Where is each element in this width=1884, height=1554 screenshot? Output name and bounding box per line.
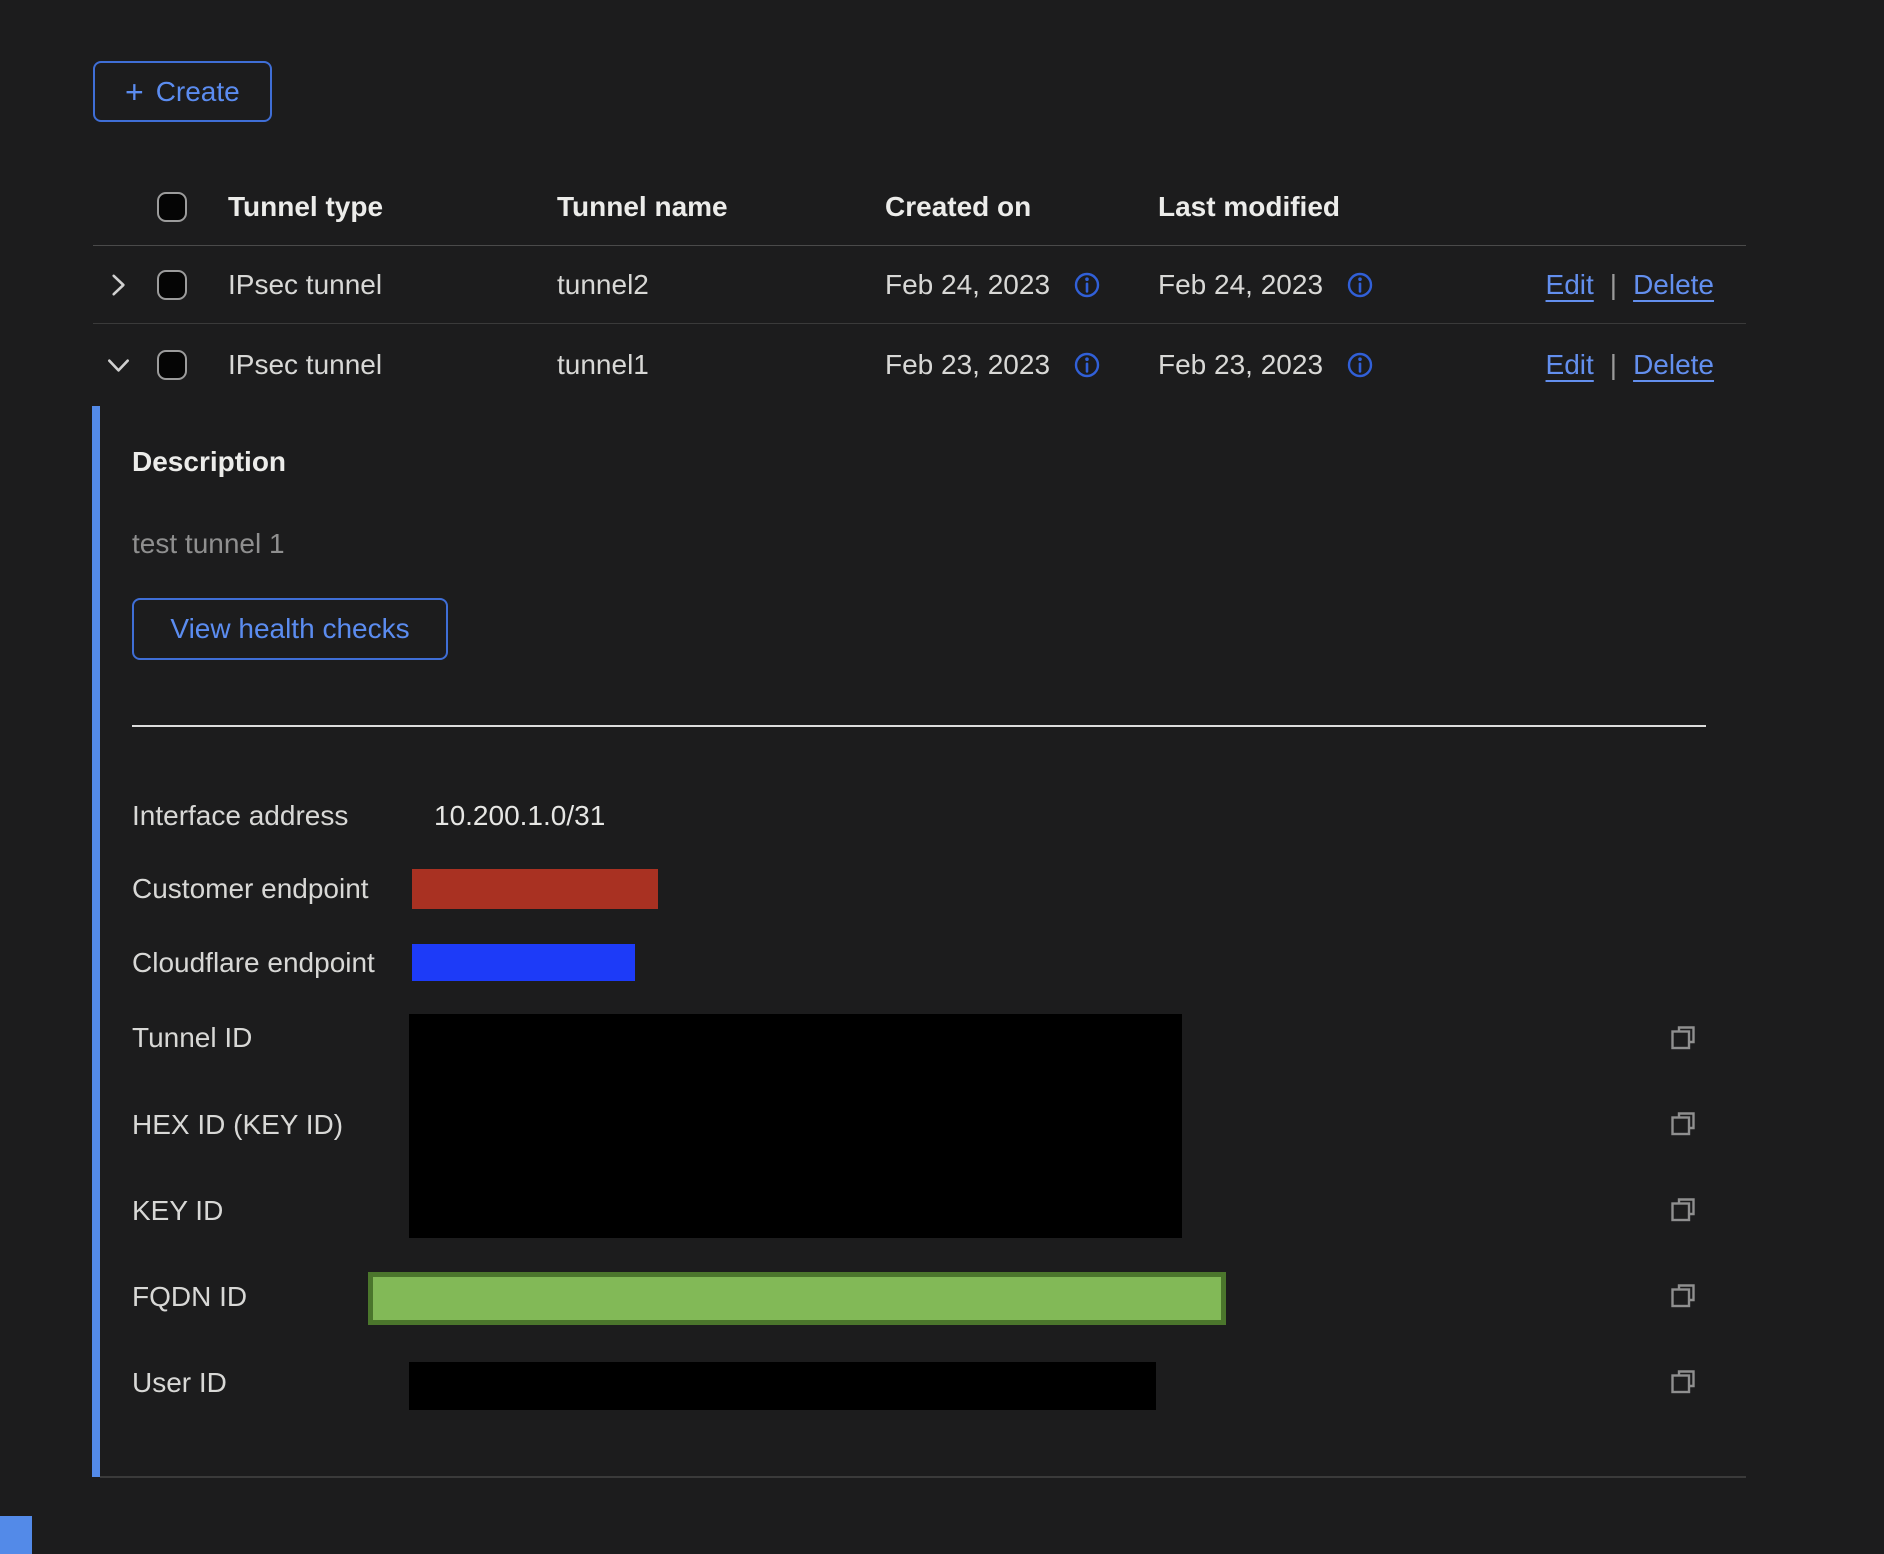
tunnel-table: Tunnel type Tunnel name Created on Last …: [93, 168, 1746, 406]
created-on-cell: Feb 23, 2023: [885, 349, 1050, 381]
delete-link[interactable]: Delete: [1633, 349, 1714, 381]
action-separator: |: [1610, 349, 1617, 381]
tunnel-type-cell: IPsec tunnel: [228, 349, 382, 381]
action-separator: |: [1610, 269, 1617, 301]
last-modified-cell: Feb 24, 2023: [1158, 269, 1323, 301]
expanded-row-accent-bar: [92, 406, 100, 1477]
row-checkbox[interactable]: [157, 350, 187, 380]
copy-icon[interactable]: [1666, 1280, 1700, 1314]
create-button-label: Create: [156, 76, 240, 108]
info-icon[interactable]: [1072, 270, 1102, 300]
field-label-tunnel-id: Tunnel ID: [132, 1021, 252, 1055]
copy-icon[interactable]: [1666, 1366, 1700, 1400]
header-last-modified: Last modified: [1158, 191, 1340, 223]
expanded-row-bottom-border: [100, 1476, 1746, 1478]
user-id-redacted-value: [409, 1362, 1156, 1410]
cloudflare-endpoint-redacted-value: [412, 944, 635, 981]
field-label-fqdn-id: FQDN ID: [132, 1280, 247, 1314]
chevron-right-icon: [105, 271, 131, 298]
delete-link[interactable]: Delete: [1633, 269, 1714, 301]
copy-icon[interactable]: [1666, 1022, 1700, 1056]
description-text: test tunnel 1: [132, 528, 285, 560]
table-row: IPsec tunnel tunnel1 Feb 23, 2023 Feb 23…: [93, 324, 1746, 406]
interface-address-value: 10.200.1.0/31: [434, 799, 605, 833]
description-heading: Description: [132, 446, 286, 478]
copy-icon[interactable]: [1666, 1194, 1700, 1228]
tunnel-name-cell: tunnel1: [557, 349, 649, 381]
customer-endpoint-redacted-value: [412, 869, 658, 909]
info-icon[interactable]: [1345, 350, 1375, 380]
ids-redacted-value: [409, 1014, 1182, 1238]
detail-divider: [132, 725, 1706, 727]
select-all-checkbox[interactable]: [157, 192, 187, 222]
plus-icon: +: [125, 76, 144, 108]
table-header-row: Tunnel type Tunnel name Created on Last …: [93, 168, 1746, 246]
edit-link[interactable]: Edit: [1546, 269, 1594, 301]
header-tunnel-name: Tunnel name: [557, 191, 728, 223]
created-on-cell: Feb 24, 2023: [885, 269, 1050, 301]
collapse-row-button[interactable]: [101, 352, 135, 378]
info-icon[interactable]: [1072, 350, 1102, 380]
header-created-on: Created on: [885, 191, 1031, 223]
create-button[interactable]: + Create: [93, 61, 272, 122]
tunnel-name-cell: tunnel2: [557, 269, 649, 301]
field-label-user-id: User ID: [132, 1366, 227, 1400]
edit-link[interactable]: Edit: [1546, 349, 1594, 381]
field-label-hex-id: HEX ID (KEY ID): [132, 1108, 343, 1142]
header-tunnel-type: Tunnel type: [228, 191, 383, 223]
expand-row-button[interactable]: [101, 271, 135, 298]
view-health-checks-button[interactable]: View health checks: [132, 598, 448, 660]
info-icon[interactable]: [1345, 270, 1375, 300]
chevron-down-icon: [105, 352, 132, 378]
field-label-key-id: KEY ID: [132, 1194, 223, 1228]
row-checkbox[interactable]: [157, 270, 187, 300]
fqdn-id-redacted-value: [368, 1272, 1226, 1325]
copy-icon[interactable]: [1666, 1108, 1700, 1142]
field-label-cloudflare-endpoint: Cloudflare endpoint: [132, 946, 375, 980]
last-modified-cell: Feb 23, 2023: [1158, 349, 1323, 381]
field-label-interface-address: Interface address: [132, 799, 348, 833]
page-corner-accent: [0, 1516, 32, 1554]
tunnel-type-cell: IPsec tunnel: [228, 269, 382, 301]
field-label-customer-endpoint: Customer endpoint: [132, 872, 369, 906]
table-row: IPsec tunnel tunnel2 Feb 24, 2023 Feb 24…: [93, 246, 1746, 324]
